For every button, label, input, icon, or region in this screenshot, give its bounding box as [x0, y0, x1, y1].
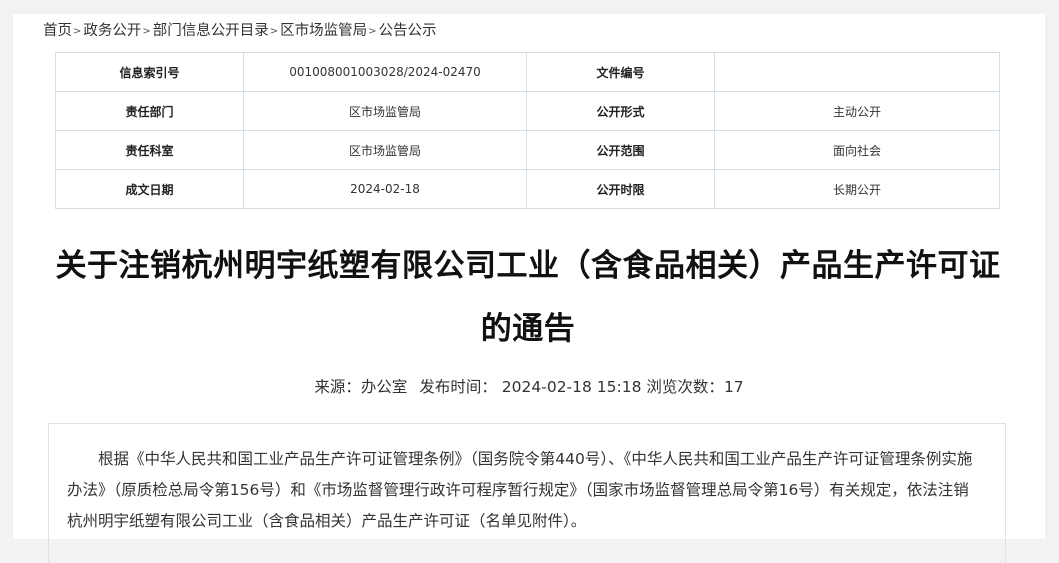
article-title-line-1: 关于注销杭州明宇纸塑有限公司工业（含食品相关）产品生产许可证	[55, 248, 1001, 284]
breadcrumb: 首页> 政务公开> 部门信息公开目录> 区市场监管局> 公告公示	[43, 20, 437, 42]
table-row: 责任科室 区市场监管局 公开范围 面向社会	[55, 130, 1000, 170]
breadcrumb-separator: >	[269, 26, 279, 37]
breadcrumb-market-bureau-link[interactable]: 区市场监管局	[280, 23, 367, 39]
article-title-line-2: 的通告	[480, 311, 576, 347]
breadcrumb-separator: >	[73, 26, 82, 37]
disclosure-form-label: 公开形式	[526, 91, 715, 131]
index-number-value: 001008001003028/2024-02470	[243, 52, 527, 92]
source-value: 办公室	[360, 378, 408, 396]
responsible-dept-value: 区市场监管局	[243, 91, 527, 131]
breadcrumb-announcements-link[interactable]: 公告公示	[379, 23, 437, 39]
article-paragraph: 根据《中华人民共和国工业产品生产许可证管理条例》（国务院令第440号）、《中华人…	[67, 450, 973, 530]
disclosure-period-label: 公开时限	[526, 169, 715, 209]
page-container: 首页> 政务公开> 部门信息公开目录> 区市场监管局> 公告公示 信息索引号 00100…	[13, 14, 1045, 563]
table-row: 责任部门 区市场监管局 公开形式 主动公开	[55, 91, 1000, 131]
responsible-section-label: 责任科室	[55, 130, 244, 170]
publish-time-label: 发布时间：	[419, 378, 497, 396]
document-number-label: 文件编号	[526, 52, 715, 92]
document-number-value	[714, 52, 1000, 92]
responsible-section-value: 区市场监管局	[243, 130, 527, 170]
responsible-dept-label: 责任部门	[55, 91, 244, 131]
index-number-label: 信息索引号	[55, 52, 244, 92]
breadcrumb-gov-affairs-link[interactable]: 政务公开	[83, 23, 141, 39]
publish-time-value: 2024-02-18 15:18	[501, 378, 642, 396]
written-date-value: 2024-02-18	[243, 169, 527, 209]
article-content: 根据《中华人民共和国工业产品生产许可证管理条例》（国务院令第440号）、《中华人…	[48, 423, 1006, 563]
info-disclosure-table: 信息索引号 001008001003028/2024-02470 文件编号 责任…	[55, 52, 1000, 209]
view-count-value: 17	[723, 378, 744, 396]
disclosure-period-value: 长期公开	[714, 169, 1000, 209]
view-count-label: 浏览次数：	[646, 378, 724, 396]
table-row: 信息索引号 001008001003028/2024-02470 文件编号	[55, 52, 1000, 92]
disclosure-scope-value: 面向社会	[714, 130, 1000, 170]
table-row: 成文日期 2024-02-18 公开时限 长期公开	[55, 169, 1000, 209]
article-title: 关于注销杭州明宇纸塑有限公司工业（含食品相关）产品生产许可证 的通告	[33, 235, 1023, 361]
disclosure-scope-label: 公开范围	[526, 130, 715, 170]
written-date-label: 成文日期	[55, 169, 244, 209]
breadcrumb-separator: >	[142, 26, 151, 37]
breadcrumb-separator: >	[368, 26, 377, 37]
breadcrumb-dept-directory-link[interactable]: 部门信息公开目录	[153, 23, 269, 39]
article-meta: 来源：办公室 发布时间： 2024-02-18 15:18 浏览次数：17	[13, 375, 1045, 399]
disclosure-form-value: 主动公开	[714, 91, 1000, 131]
source-label: 来源：	[314, 378, 361, 396]
breadcrumb-home-link[interactable]: 首页	[43, 23, 72, 39]
